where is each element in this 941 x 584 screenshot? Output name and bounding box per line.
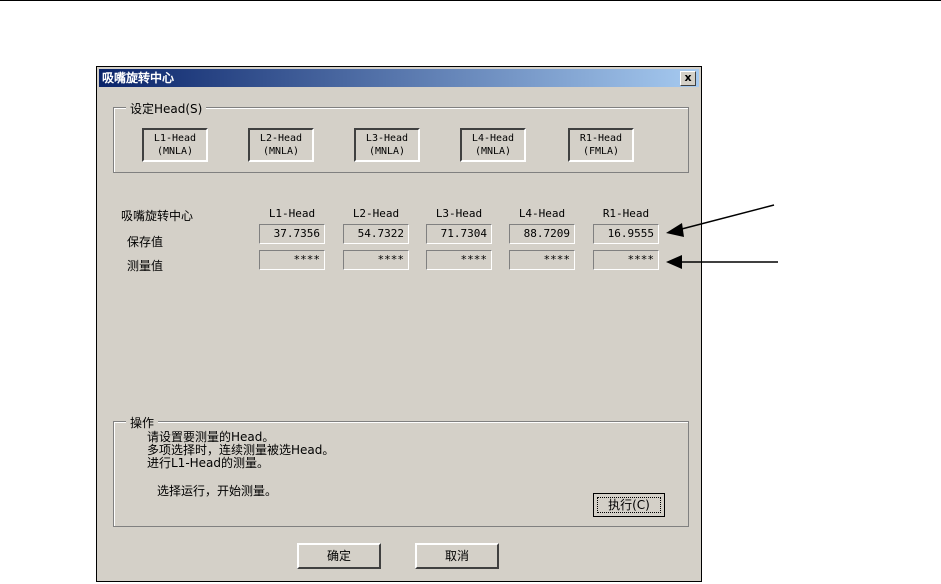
head-toggle-line1: R1-Head — [579, 133, 623, 144]
head-toggle-l3[interactable]: L3-Head (MNLA) — [354, 128, 420, 162]
saved-value-cell: 88.7209 — [509, 224, 575, 244]
head-toggle-line2: (MNLA) — [368, 146, 406, 157]
saved-value-cell: 71.7304 — [426, 224, 492, 244]
head-selection-group: 设定Head(S) L1-Head (MNLA) L2-Head (MNLA) … — [113, 100, 689, 173]
saved-value-cell: 16.9555 — [593, 224, 659, 244]
saved-value-cell: 37.7356 — [259, 224, 325, 244]
head-toggle-line2: (MNLA) — [474, 146, 512, 157]
head-toggle-line1: L3-Head — [365, 133, 409, 144]
measured-value-cell: **** — [593, 250, 659, 270]
cancel-button[interactable]: 取消 — [415, 543, 499, 569]
window-title: 吸嘴旋转中心 — [102, 71, 175, 85]
operation-group-label: 操作 — [126, 414, 159, 431]
head-toggle-line1: L1-Head — [153, 133, 197, 144]
column-header: L4-Head — [518, 207, 566, 220]
column-header: L1-Head — [268, 207, 316, 220]
measured-value-label: 测量值 — [127, 259, 164, 273]
head-toggle-l1[interactable]: L1-Head (MNLA) — [142, 128, 208, 162]
head-toggle-line2: (MNLA) — [262, 146, 300, 157]
nozzle-rotation-center-dialog: 吸嘴旋转中心 x 设定Head(S) L1-Head (MNLA) L2-Hea… — [96, 66, 702, 582]
execute-button[interactable]: 执行(C) — [593, 493, 665, 517]
head-toggle-line2: (MNLA) — [156, 146, 194, 157]
measured-value-cell: **** — [259, 250, 325, 270]
head-toggle-line2: (FMLA) — [582, 146, 620, 157]
head-toggle-r1[interactable]: R1-Head (FMLA) — [568, 128, 634, 162]
column-header: R1-Head — [602, 207, 650, 220]
saved-value-cell: 54.7322 — [343, 224, 409, 244]
focus-rectangle — [597, 497, 661, 513]
saved-value-arrowhead — [666, 223, 684, 237]
column-header: L2-Head — [352, 207, 400, 220]
run-hint-text: 选择运行，开始测量。 — [157, 484, 278, 498]
section-label: 吸嘴旋转中心 — [121, 209, 194, 223]
head-toggle-line1: L4-Head — [471, 133, 515, 144]
measured-value-cell: **** — [509, 250, 575, 270]
annotation-arrows — [666, 204, 778, 269]
measured-value-cell: **** — [343, 250, 409, 270]
saved-value-label: 保存值 — [127, 235, 164, 249]
title-bar: 吸嘴旋转中心 x — [99, 69, 699, 87]
head-toggle-l4[interactable]: L4-Head (MNLA) — [460, 128, 526, 162]
measured-value-cell: **** — [426, 250, 492, 270]
column-header: L3-Head — [435, 207, 483, 220]
close-button[interactable]: x — [680, 71, 696, 86]
instruction-line: 进行L1-Head的测量。 — [147, 456, 270, 470]
measured-value-arrowhead — [666, 255, 682, 269]
head-group-label: 设定Head(S) — [126, 100, 207, 117]
top-divider-line — [0, 0, 941, 1]
ok-button[interactable]: 确定 — [297, 543, 381, 569]
saved-value-arrow-line — [673, 204, 775, 232]
head-toggle-l2[interactable]: L2-Head (MNLA) — [248, 128, 314, 162]
head-toggle-line1: L2-Head — [259, 133, 303, 144]
